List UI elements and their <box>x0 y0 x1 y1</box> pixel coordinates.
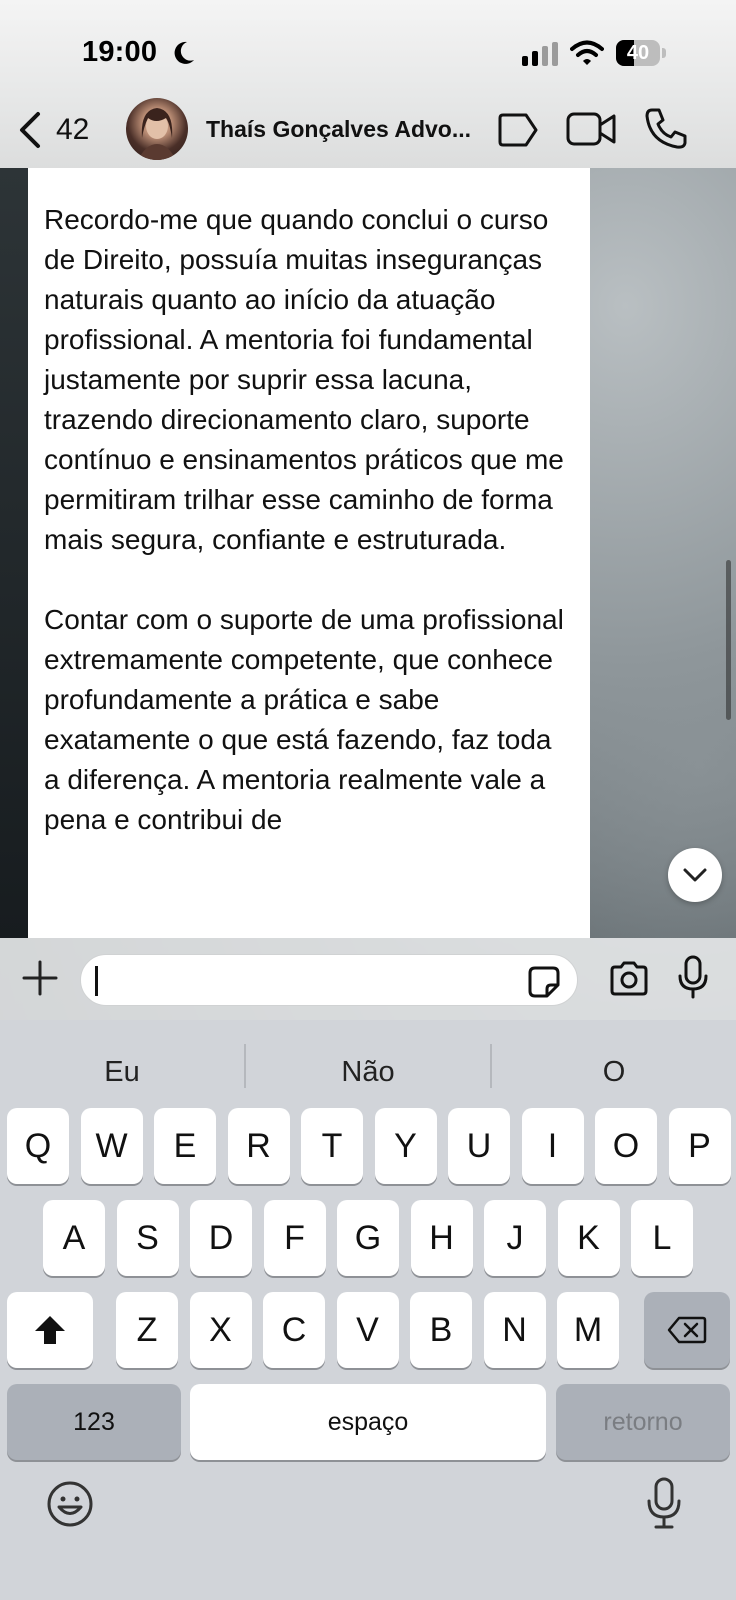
key-c[interactable]: C <box>263 1292 325 1368</box>
backspace-icon <box>667 1316 707 1344</box>
key-j[interactable]: J <box>484 1200 546 1276</box>
microphone-icon[interactable] <box>676 954 710 1000</box>
contact-name[interactable]: Thaís Gonçalves Advo... <box>206 116 476 143</box>
message-input[interactable] <box>80 954 578 1006</box>
moon-icon <box>174 41 194 64</box>
key-r[interactable]: R <box>227 1108 290 1184</box>
key-q[interactable]: Q <box>7 1108 69 1184</box>
scroll-indicator[interactable] <box>726 560 731 720</box>
video-camera-icon[interactable] <box>566 108 618 150</box>
suggestion-3[interactable]: O <box>492 1048 736 1096</box>
dictation-microphone-icon[interactable] <box>644 1476 684 1530</box>
key-z[interactable]: Z <box>116 1292 178 1368</box>
top-bar: 19:00 40 42 Thaís Gonçalves Advo... <box>0 0 736 168</box>
key-d[interactable]: D <box>190 1200 252 1276</box>
wifi-icon <box>570 40 604 65</box>
message-text: Recordo-me que quando conclui o curso de… <box>44 204 564 835</box>
suggestion-1[interactable]: Eu <box>0 1048 244 1096</box>
key-u[interactable]: U <box>448 1108 510 1184</box>
battery-level: 40 <box>626 42 650 64</box>
key-e[interactable]: E <box>154 1108 216 1184</box>
keyboard: Eu Não O Q W E R T Y U I O P A S D F G H J K L Z X C V B N M 123 es… <box>0 1020 736 1600</box>
chat-background-edge <box>0 168 28 938</box>
key-m[interactable]: M <box>557 1292 619 1368</box>
scroll-to-bottom-button[interactable] <box>668 848 722 902</box>
label-icon[interactable] <box>496 110 540 150</box>
key-x[interactable]: X <box>189 1292 252 1368</box>
key-o[interactable]: O <box>595 1108 657 1184</box>
chevron-down-icon <box>683 868 707 882</box>
key-s[interactable]: S <box>116 1200 179 1276</box>
key-k[interactable]: K <box>557 1200 620 1276</box>
key-f[interactable]: F <box>263 1200 326 1276</box>
numbers-key[interactable]: 123 <box>7 1384 181 1460</box>
plus-icon[interactable] <box>20 958 60 998</box>
key-p[interactable]: P <box>668 1108 731 1184</box>
key-t[interactable]: T <box>301 1108 363 1184</box>
key-a[interactable]: A <box>43 1200 105 1276</box>
camera-icon[interactable] <box>608 960 650 996</box>
battery-tip <box>662 48 666 58</box>
status-time: 19:00 <box>82 36 158 68</box>
back-button[interactable]: 42 <box>18 108 108 152</box>
key-w[interactable]: W <box>80 1108 143 1184</box>
shift-icon <box>35 1316 65 1344</box>
text-cursor <box>95 966 98 996</box>
signal-icon <box>522 42 558 66</box>
space-key[interactable]: espaço <box>190 1384 546 1460</box>
key-l[interactable]: L <box>631 1200 693 1276</box>
sticker-icon[interactable] <box>527 965 561 999</box>
shift-key[interactable] <box>7 1292 93 1368</box>
unread-count: 42 <box>56 113 90 146</box>
backspace-key[interactable] <box>644 1292 730 1368</box>
battery-indicator: 40 <box>616 40 666 66</box>
suggestion-2[interactable]: Não <box>246 1048 490 1096</box>
key-b[interactable]: B <box>410 1292 472 1368</box>
message-bubble[interactable]: Recordo-me que quando conclui o curso de… <box>28 168 590 938</box>
contact-avatar[interactable] <box>126 98 188 160</box>
phone-icon[interactable] <box>644 106 688 150</box>
key-v[interactable]: V <box>336 1292 399 1368</box>
return-key[interactable]: retorno <box>556 1384 730 1460</box>
key-n[interactable]: N <box>483 1292 546 1368</box>
avatar-photo <box>138 108 176 160</box>
key-y[interactable]: Y <box>374 1108 437 1184</box>
message-composer <box>0 938 736 1020</box>
chevron-left-icon <box>20 112 40 148</box>
emoji-icon[interactable] <box>46 1480 94 1528</box>
key-g[interactable]: G <box>337 1200 399 1276</box>
battery-icon: 40 <box>616 40 660 66</box>
key-i[interactable]: I <box>521 1108 584 1184</box>
key-h[interactable]: H <box>410 1200 473 1276</box>
